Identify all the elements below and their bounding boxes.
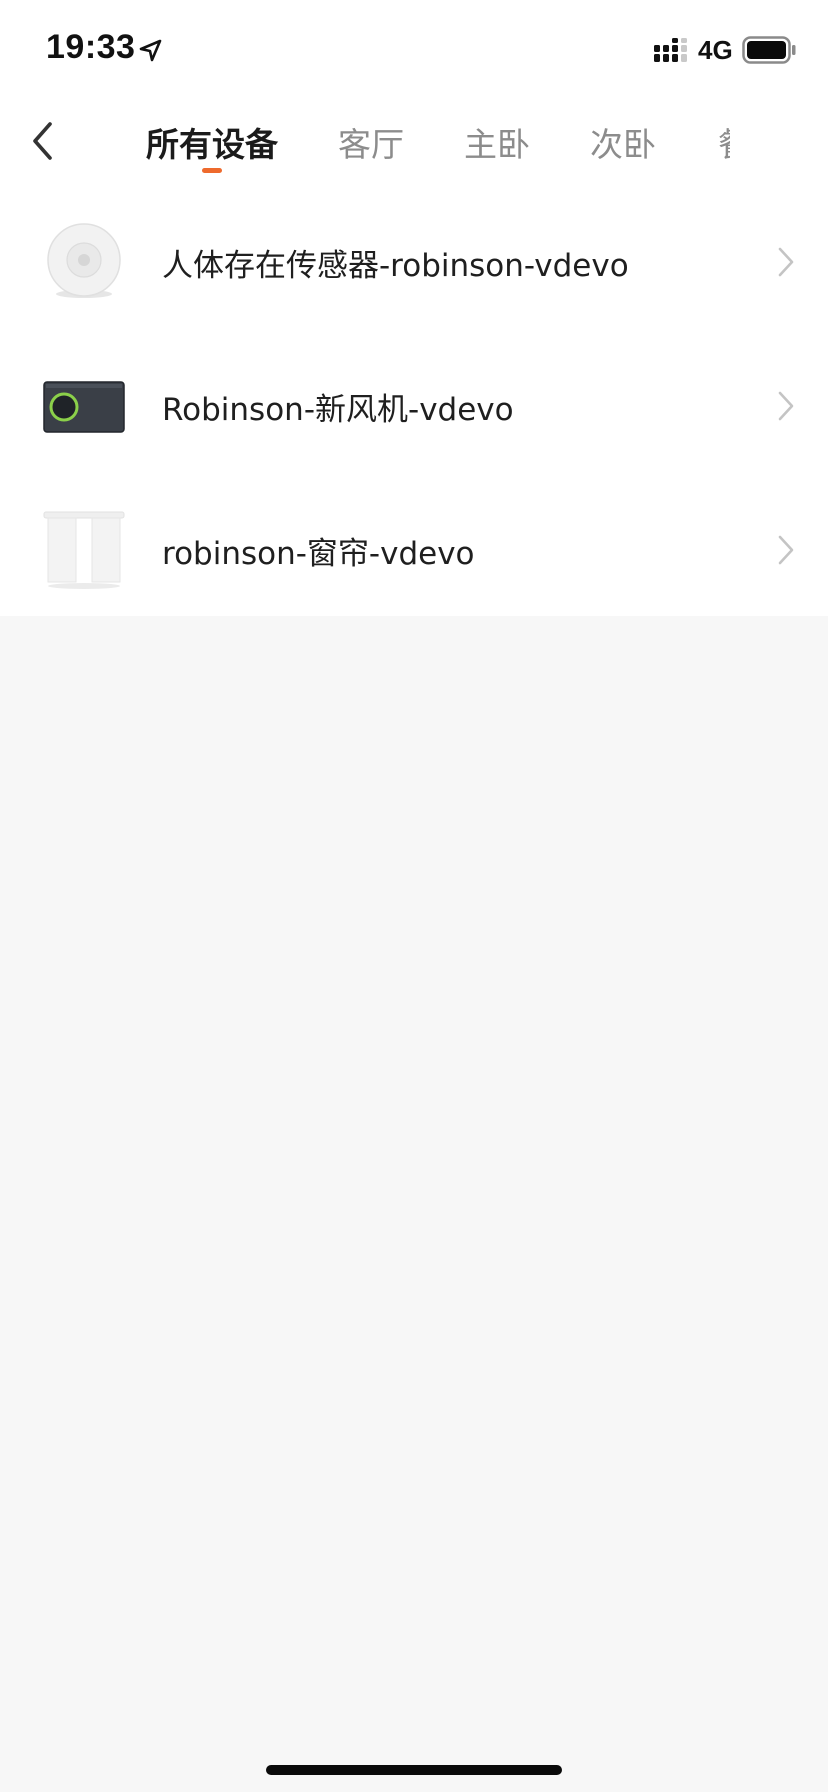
tab-all-devices[interactable]: 所有设备 bbox=[146, 118, 278, 164]
chevron-left-icon bbox=[33, 122, 52, 160]
device-name: 人体存在传感器-robinson-vdevo bbox=[162, 248, 629, 284]
tab-master-bedroom[interactable]: 主卧 bbox=[464, 118, 530, 164]
status-bar: 19:33 4G bbox=[0, 0, 828, 100]
device-name: robinson-窗帘-vdevo bbox=[162, 536, 475, 572]
device-row-fresh-air[interactable]: Robinson-新风机-vdevo bbox=[0, 334, 828, 478]
battery-icon bbox=[742, 36, 796, 64]
home-indicator[interactable] bbox=[266, 1765, 562, 1775]
tab-living-room[interactable]: 客厅 bbox=[338, 118, 404, 164]
fresh-air-unit-icon bbox=[43, 381, 125, 433]
room-tabs: 所有设备 客厅 主卧 次卧 餐 bbox=[0, 100, 828, 190]
device-row-curtain[interactable]: robinson-窗帘-vdevo bbox=[0, 478, 828, 622]
active-tab-indicator bbox=[202, 168, 222, 173]
signal-icon bbox=[654, 38, 687, 62]
location-arrow-icon bbox=[139, 39, 162, 62]
top-nav: 所有设备 客厅 主卧 次卧 餐 bbox=[0, 100, 828, 190]
device-row-presence-sensor[interactable]: 人体存在传感器-robinson-vdevo bbox=[0, 190, 828, 334]
tab-second-bedroom[interactable]: 次卧 bbox=[590, 118, 656, 164]
chevron-right-icon bbox=[778, 535, 794, 565]
chevron-right-icon bbox=[778, 247, 794, 277]
device-list: 人体存在传感器-robinson-vdevo Robinson-新风机-vdev… bbox=[0, 190, 828, 616]
presence-sensor-icon bbox=[47, 223, 121, 298]
tab-dining[interactable]: 餐 bbox=[718, 118, 730, 162]
curtain-icon bbox=[43, 511, 125, 589]
tab-overflow-clip: 餐 bbox=[718, 118, 730, 162]
status-time: 19:33 bbox=[46, 28, 136, 66]
network-type-label: 4G bbox=[698, 35, 733, 65]
back-button[interactable] bbox=[20, 116, 64, 166]
chevron-right-icon bbox=[778, 391, 794, 421]
device-name: Robinson-新风机-vdevo bbox=[162, 392, 514, 428]
device-list-screen: 19:33 4G 所有设备 客厅 主卧 次卧 人体存在传感器-robinson-… bbox=[0, 0, 828, 1792]
